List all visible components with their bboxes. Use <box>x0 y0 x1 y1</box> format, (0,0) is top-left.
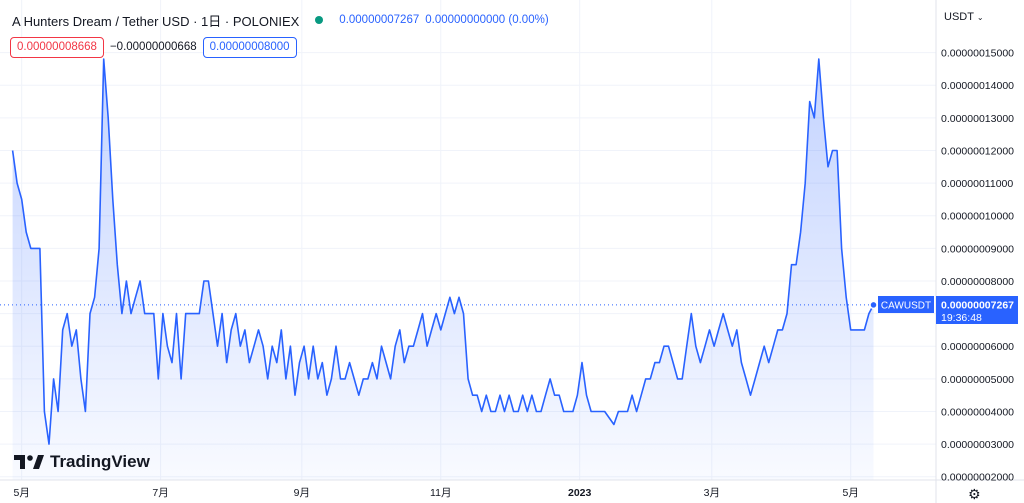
y-tick-label: 0.00000003000 <box>941 439 1014 451</box>
y-tick-label: 0.00000004000 <box>941 406 1014 418</box>
symbol-legend[interactable]: A Hunters Dream / Tether USD · 1日 · POLO… <box>12 10 549 30</box>
price-change-value: 0.00000000000 (0.00%) <box>425 14 549 26</box>
chart-root[interactable]: 0.00000002000 0.00000003000 0.00000004000 0… <box>0 0 1024 503</box>
x-tick-label: 5月 <box>13 487 29 499</box>
y-tick-label: 0.00000005000 <box>941 374 1014 386</box>
y-tick-label: 0.00000002000 <box>941 472 1014 484</box>
sell-price-button[interactable]: 0.00000008668 <box>10 36 104 58</box>
last-price-value: 0.00000007267 <box>339 14 420 26</box>
price-axis[interactable]: 0.00000002000 0.00000003000 0.00000004000 0… <box>941 48 1014 484</box>
y-tick-label: 0.00000010000 <box>941 211 1014 223</box>
y-tick-label: 0.00000012000 <box>941 145 1014 157</box>
y-tick-label: 0.00000014000 <box>941 80 1014 92</box>
x-tick-label: 3月 <box>704 487 720 499</box>
currency-label: USDT <box>944 11 974 23</box>
last-price-tag: CAWUSDT 0.00000007267 19:36:48 <box>878 296 1018 324</box>
symbol-title[interactable]: A Hunters Dream / Tether USD · 1日 · POLO… <box>12 11 299 30</box>
tradingview-logo-text: TradingView <box>50 452 150 471</box>
y-tick-label: 0.00000008000 <box>941 276 1014 288</box>
market-status-icon <box>315 16 324 24</box>
x-tick-label: 2023 <box>568 487 592 499</box>
settings-gear-icon[interactable]: ⚙ <box>968 486 981 503</box>
price-tag-value: 0.00000007267 <box>941 300 1014 312</box>
x-tick-label: 11月 <box>430 487 451 499</box>
tradingview-logo-icon <box>14 455 44 469</box>
x-tick-label: 5月 <box>843 487 859 499</box>
y-tick-label: 0.00000011000 <box>941 178 1013 190</box>
y-tick-label: 0.00000015000 <box>941 48 1014 60</box>
chart-canvas[interactable]: 0.00000002000 0.00000003000 0.00000004000 0… <box>0 0 1024 503</box>
bid-ask-row: 0.00000008668 −0.00000000668 0.000000080… <box>10 36 297 58</box>
price-tag-countdown: 19:36:48 <box>941 312 982 324</box>
x-tick-label: 7月 <box>152 487 168 499</box>
spread-value: −0.00000000668 <box>109 41 197 53</box>
series-area-fill <box>12 59 874 480</box>
price-tag-ticker: CAWUSDT <box>881 301 931 312</box>
y-tick-label: 0.00000009000 <box>941 243 1014 255</box>
tradingview-logo[interactable]: TradingView <box>14 452 150 472</box>
y-tick-label: 0.00000013000 <box>941 113 1014 125</box>
currency-selector[interactable]: USDT ⌄ <box>944 11 984 23</box>
time-axis[interactable]: 5月 7月 9月 11月 2023 3月 5月 <box>13 487 858 499</box>
chevron-down-icon: ⌄ <box>976 13 984 22</box>
last-price-dot <box>869 300 878 310</box>
y-tick-label: 0.00000006000 <box>941 341 1014 353</box>
buy-price-button[interactable]: 0.00000008000 <box>202 36 297 58</box>
x-tick-label: 9月 <box>294 487 310 499</box>
